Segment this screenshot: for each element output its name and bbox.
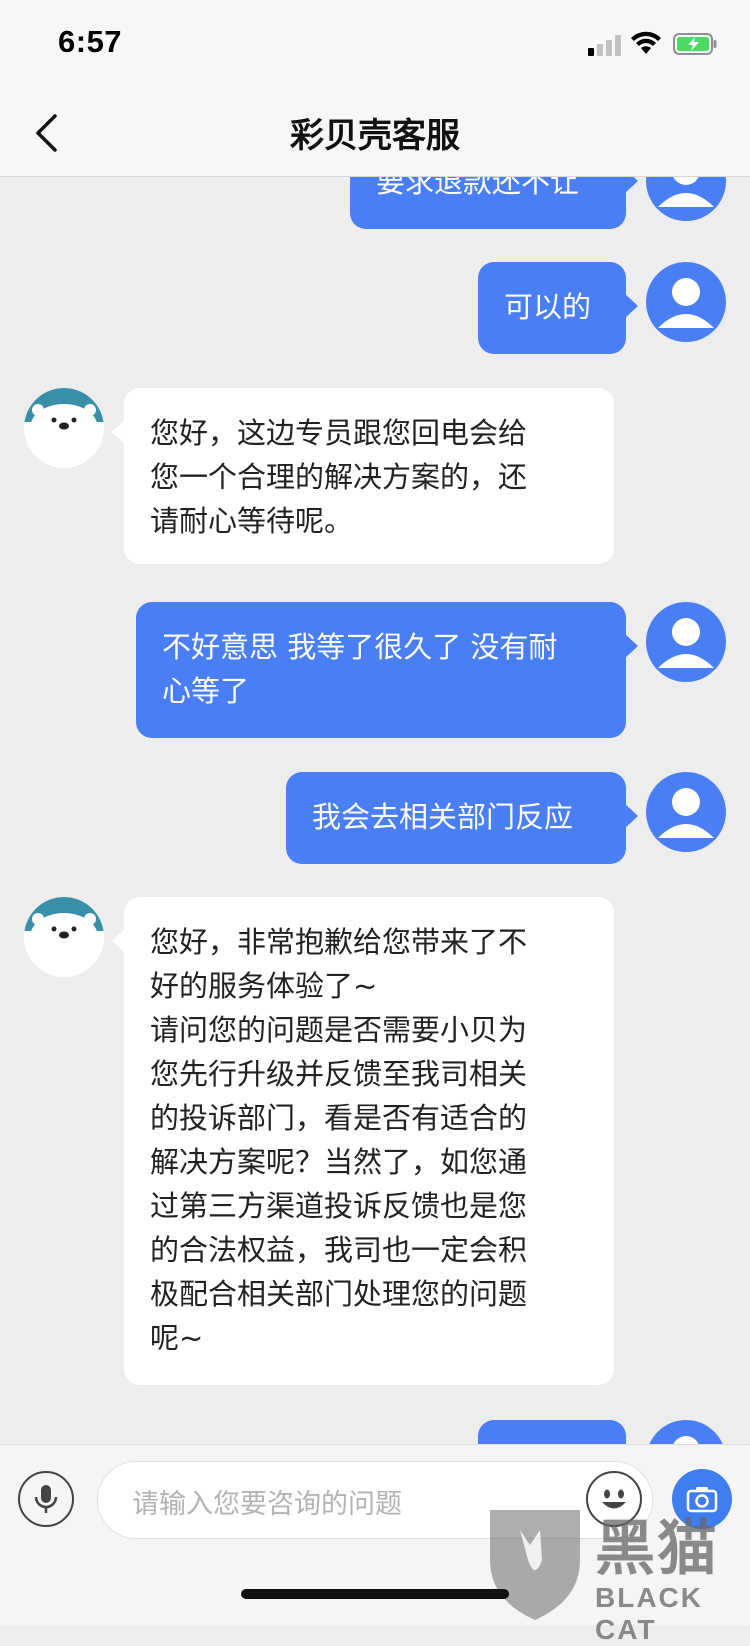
status-time: 6:57 — [58, 24, 123, 59]
user-avatar-icon[interactable] — [646, 177, 726, 221]
bot-message-bubble: 您好，这边专员跟您回电会给 您一个合理的解决方案的，还 请耐心等待呢。 — [112, 388, 614, 564]
page-title: 彩贝壳客服 — [290, 116, 460, 156]
signal-icon — [588, 34, 624, 56]
bot-bear-avatar-icon[interactable] — [24, 897, 104, 977]
microphone-button[interactable] — [18, 1471, 74, 1527]
message-text: 您好，非常抱歉给您带来了不 好的服务体验了~ 请问您的问题是否需要小贝为 您先行… — [150, 925, 528, 1355]
user-avatar-icon[interactable] — [646, 772, 726, 852]
message-text: 可以的 — [504, 290, 592, 324]
input-placeholder: 请输入您要咨询的问题 — [132, 1489, 402, 1520]
message-text: 您好，这边专员跟您回电会给 您一个合理的解决方案的，还 请耐心等待呢。 — [150, 416, 528, 538]
chat-message-list[interactable]: 要求退款还不让 可以的 您好，这边专员跟您回电会给 您一个合理的解决方案的，还 … — [0, 177, 750, 1444]
user-avatar-icon[interactable] — [646, 262, 726, 342]
microphone-icon — [34, 1485, 58, 1513]
battery-icon — [673, 33, 717, 55]
user-message-bubble: 不好意思 我等了很久了 没有耐 心等了 — [136, 602, 638, 738]
user-message-bubble: 要求退款还不让 — [350, 177, 638, 229]
watermark-title: 黑猫 — [595, 1514, 719, 1584]
bot-message-bubble: 您好，非常抱歉给您带来了不 好的服务体验了~ 请问您的问题是否需要小贝为 您先行… — [112, 897, 614, 1385]
user-message-bubble: 我会去相关部门反应 — [286, 772, 638, 864]
watermark: 黑猫 BLACK CAT — [480, 1500, 750, 1645]
bot-bear-avatar-icon[interactable] — [24, 388, 104, 468]
black-cat-shield-icon — [490, 1510, 580, 1620]
home-indicator[interactable] — [241, 1589, 509, 1599]
wifi-icon — [631, 31, 661, 54]
message-text: 我会去相关部门反应 — [312, 800, 574, 834]
user-avatar-icon[interactable] — [646, 1420, 726, 1444]
watermark-subtitle: BLACK CAT — [595, 1582, 703, 1645]
user-message-bubble — [478, 1420, 626, 1444]
user-avatar-icon[interactable] — [646, 602, 726, 682]
status-bar: 6:57 — [0, 0, 750, 90]
message-text: 要求退款还不让 — [376, 177, 580, 199]
navigation-bar: 彩贝壳客服 — [0, 90, 750, 177]
message-text: 不好意思 我等了很久了 没有耐 心等了 — [162, 630, 558, 708]
user-message-bubble: 可以的 — [478, 262, 638, 354]
